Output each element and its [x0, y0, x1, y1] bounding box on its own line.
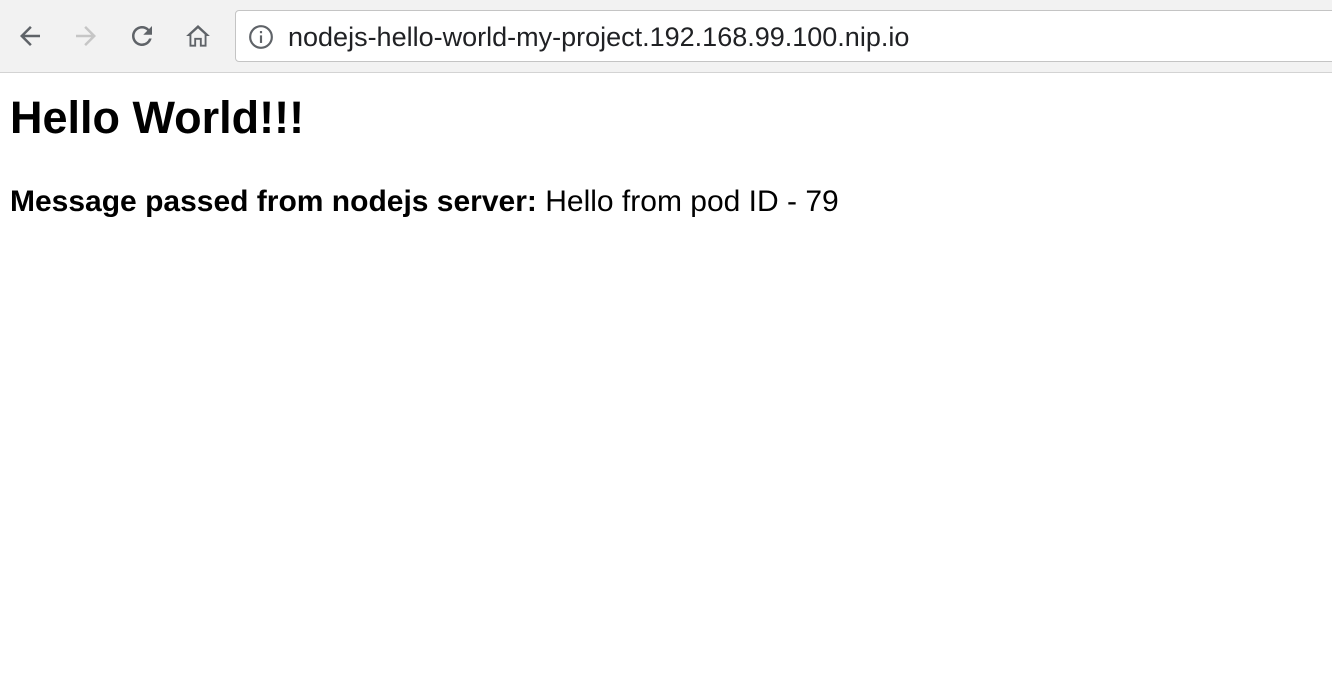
forward-button[interactable]: [64, 14, 108, 58]
server-message: Message passed from nodejs server: Hello…: [10, 184, 839, 220]
message-value: Hello from pod ID - 79: [545, 185, 839, 218]
back-button[interactable]: [8, 14, 52, 58]
page-content: Hello World!!! Message passed from nodej…: [0, 74, 1332, 676]
site-info-button[interactable]: [248, 24, 274, 50]
reload-icon: [132, 26, 152, 46]
reload-button[interactable]: [120, 14, 164, 58]
arrow-left-icon: [20, 26, 40, 46]
browser-toolbar: nodejs-hello-world-my-project.192.168.99…: [0, 0, 1332, 73]
message-label: Message passed from nodejs server:: [10, 185, 537, 218]
info-circle-icon: [249, 25, 273, 49]
home-icon: [186, 25, 210, 47]
page-heading: Hello World!!!: [10, 92, 305, 143]
home-button[interactable]: [176, 14, 220, 58]
arrow-right-icon: [76, 26, 96, 46]
address-bar[interactable]: nodejs-hello-world-my-project.192.168.99…: [235, 10, 1332, 62]
url-text[interactable]: nodejs-hello-world-my-project.192.168.99…: [288, 23, 909, 51]
